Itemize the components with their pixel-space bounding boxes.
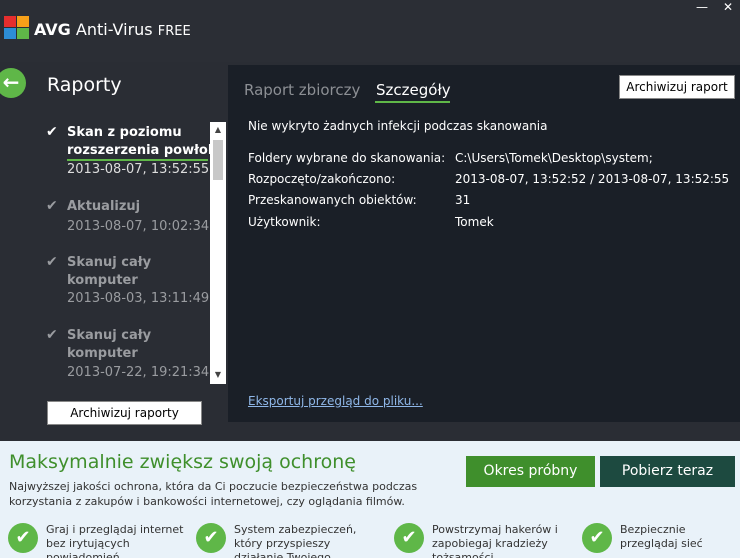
report-details-panel: Raport zbiorczy Szczegóły Archiwizuj rap… xyxy=(228,65,740,422)
page-title: Raporty xyxy=(47,74,122,96)
upgrade-banner: Maksymalnie zwiększ swoją ochronę Najwyż… xyxy=(0,441,740,558)
report-item-name-2: rozszerzenia powłoki xyxy=(67,143,210,158)
banner-text: Najwyższej jakości ochrona, która da Ci … xyxy=(9,480,418,508)
report-item-name: Aktualizuj xyxy=(67,199,141,214)
scrollbar-thumb[interactable] xyxy=(213,140,223,180)
check-icon: ✔ xyxy=(46,124,58,140)
report-item[interactable]: ✔ Aktualizuj 2013-08-07, 10:02:34 xyxy=(46,196,210,241)
feature-text: Bezpiecznie przeglądaj sieć xyxy=(620,523,703,550)
export-link[interactable]: Eksportuj przegląd do pliku... xyxy=(248,394,423,408)
selected-underline xyxy=(67,159,208,161)
archive-reports-button[interactable]: Archiwizuj raporty xyxy=(47,401,202,425)
detail-value: 31 xyxy=(455,193,471,207)
close-button[interactable]: ✕ xyxy=(716,0,740,16)
report-item[interactable]: ✔ Skanuj cały komputer 2013-07-22, 19:21… xyxy=(46,325,210,384)
detail-row: Użytkownik: Tomek xyxy=(248,215,494,229)
report-item-name: Skanuj cały xyxy=(67,328,152,343)
check-circle-icon: ✔ xyxy=(196,523,226,553)
detail-value: C:\Users\Tomek\Desktop\system; xyxy=(455,151,653,165)
feature-text: System zabezpieczeń, który przyspieszy d… xyxy=(234,523,357,558)
banner-title: Maksymalnie zwiększ swoją ochronę xyxy=(9,451,356,473)
avg-logo-icon xyxy=(4,16,30,40)
report-item[interactable]: ✔ Skanuj cały komputer 2013-08-03, 13:11… xyxy=(46,252,210,312)
report-item-name-2: komputer xyxy=(67,346,138,361)
scroll-down-icon[interactable]: ▼ xyxy=(210,370,226,379)
report-list-scrollbar[interactable]: ▲ ▼ xyxy=(210,122,226,384)
detail-label: Użytkownik: xyxy=(248,215,321,229)
report-list: ✔ Skan z poziomu rozszerzenia powłoki 20… xyxy=(46,122,210,384)
active-tab-underline xyxy=(375,101,450,103)
detail-label: Rozpoczęto/zakończono: xyxy=(248,172,396,186)
detail-value: Tomek xyxy=(455,215,494,229)
detail-row: Foldery wybrane do skanowania: C:\Users\… xyxy=(248,151,653,165)
tab-details[interactable]: Szczegóły xyxy=(376,81,451,99)
feature-text: Powstrzymaj hakerów i zapobiegaj kradzie… xyxy=(432,523,558,558)
report-item-date: 2013-08-07, 10:02:34 xyxy=(67,219,210,234)
detail-label: Foldery wybrane do skanowania: xyxy=(248,151,446,165)
check-icon: ✔ xyxy=(46,327,58,343)
detail-label: Przeskanowanych obiektów: xyxy=(248,193,417,207)
download-button[interactable]: Pobierz teraz xyxy=(600,456,735,487)
detail-value: 2013-08-07, 13:52:52 / 2013-08-07, 13:52… xyxy=(455,172,730,186)
feature-item: ✔ Powstrzymaj hakerów i zapobiegaj kradz… xyxy=(394,521,574,558)
feature-item: ✔ Bezpiecznie przeglądaj sieć xyxy=(582,521,740,558)
report-item-name: Skanuj cały xyxy=(67,255,152,270)
report-item-date: 2013-08-03, 13:11:49 xyxy=(67,291,210,306)
report-item-name-2: komputer xyxy=(67,273,138,288)
detail-row: Rozpoczęto/zakończono: 2013-08-07, 13:52… xyxy=(248,172,729,186)
app-title: AVG Anti-Virus FREE xyxy=(34,20,191,39)
report-item-date: 2013-08-07, 13:52:55 xyxy=(67,162,210,177)
detail-row: Przeskanowanych obiektów: 31 xyxy=(248,193,470,207)
trial-button[interactable]: Okres próbny xyxy=(466,456,595,487)
feature-item: ✔ System zabezpieczeń, który przyspieszy… xyxy=(196,521,376,558)
check-circle-icon: ✔ xyxy=(8,523,38,553)
tab-summary[interactable]: Raport zbiorczy xyxy=(244,81,360,99)
check-icon: ✔ xyxy=(46,254,58,270)
feature-item: ✔ Graj i przeglądaj internet bez irytują… xyxy=(8,521,188,558)
title-bar: AVG Anti-Virus FREE — ✕ xyxy=(0,0,740,62)
minimize-button[interactable]: — xyxy=(690,0,714,16)
report-item-name: Skan z poziomu xyxy=(67,125,182,140)
report-item-date: 2013-07-22, 19:21:34 xyxy=(67,365,210,380)
report-item[interactable]: ✔ Skan z poziomu rozszerzenia powłoki 20… xyxy=(46,122,210,192)
back-arrow-icon[interactable]: ← xyxy=(0,68,26,98)
archive-report-button[interactable]: Archiwizuj raport xyxy=(619,75,735,99)
check-icon: ✔ xyxy=(46,198,58,214)
check-circle-icon: ✔ xyxy=(394,523,424,553)
scroll-up-icon[interactable]: ▲ xyxy=(210,125,226,134)
scan-result-message: Nie wykryto żadnych infekcji podczas ska… xyxy=(248,119,548,133)
feature-text: Graj i przeglądaj internet bez irytujący… xyxy=(46,523,184,558)
check-circle-icon: ✔ xyxy=(582,523,612,553)
